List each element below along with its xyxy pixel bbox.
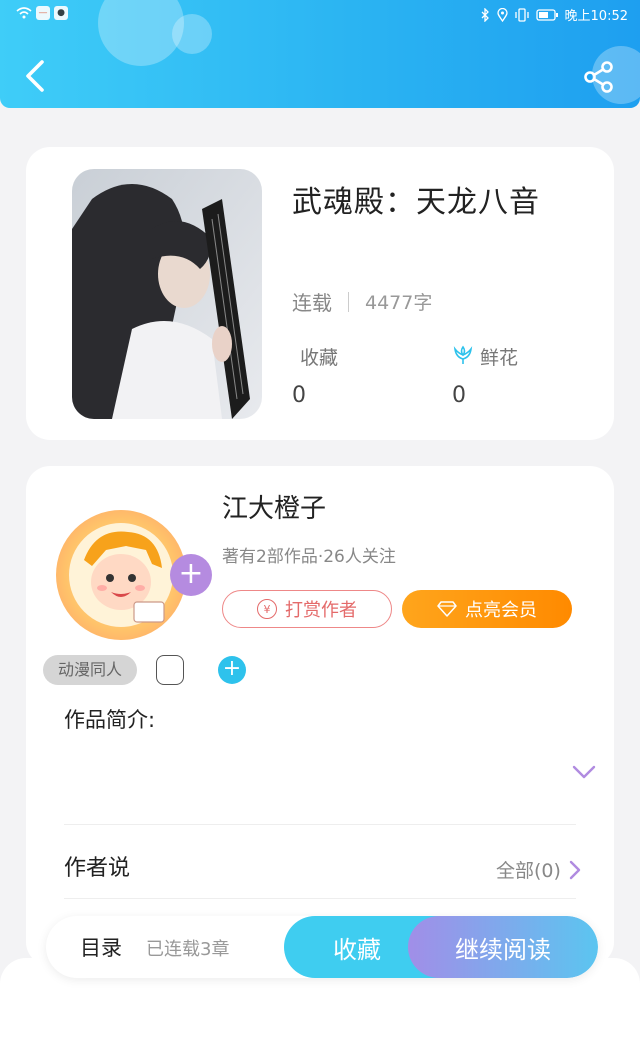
word-count: 4477字 [365, 292, 433, 314]
book-meta: 连载 4477字 [292, 287, 432, 316]
favorite-label: 收藏 [333, 935, 381, 964]
back-icon[interactable] [20, 58, 50, 94]
location-icon [496, 7, 508, 22]
chapter-count: 已连载3章 [146, 939, 230, 960]
status-bar: — ● 晚上10:52 [0, 0, 640, 28]
tip-author-button[interactable]: ¥ 打赏作者 [222, 590, 392, 628]
vip-button[interactable]: 点亮会员 [402, 590, 572, 628]
toc-button[interactable]: 目录 [80, 932, 122, 962]
author-says-all-link[interactable]: 全部(0) [496, 856, 581, 883]
author-card: + 江大橙子 著有2部作品·26人关注 ¥ 打赏作者 点亮会员 动漫同人 + 作… [26, 466, 614, 966]
continue-reading-button[interactable]: 继续阅读 [408, 916, 598, 978]
share-icon[interactable] [582, 60, 616, 94]
top-header: — ● 晚上10:52 [0, 0, 640, 108]
flower-icon [453, 345, 473, 364]
flowers-count: 0 [452, 383, 466, 408]
vip-label: 点亮会员 [465, 600, 537, 621]
add-tag-button[interactable]: + [218, 656, 246, 684]
flowers-label: 鲜花 [480, 347, 519, 369]
status-right: 晚上10:52 [480, 5, 628, 24]
favorites-count: 0 [292, 383, 306, 408]
intro-label: 作品简介: [64, 708, 156, 732]
status-time: 晚上10:52 [564, 9, 628, 24]
genre-tag[interactable]: 动漫同人 [43, 655, 137, 685]
qq-icon: ● [54, 6, 68, 20]
bluetooth-icon [481, 7, 489, 22]
author-stats: 著有2部作品·26人关注 [222, 547, 396, 567]
author-says-label: 作者说 [64, 856, 131, 881]
book-title: 武魂殿：天龙八音 [292, 185, 540, 220]
status-left: — ● [16, 6, 68, 20]
cover-illustration [72, 169, 262, 419]
tip-author-label: 打赏作者 [285, 600, 357, 621]
vibrate-icon [514, 7, 529, 22]
yen-icon: ¥ [257, 599, 277, 619]
diamond-icon [437, 601, 457, 617]
bottom-action-bar: 目录 已连载3章 收藏 继续阅读 [46, 916, 598, 978]
book-cover[interactable] [72, 169, 262, 419]
section-divider [64, 898, 576, 899]
author-avatar[interactable]: + [56, 510, 212, 640]
chevron-right-icon [569, 860, 581, 879]
tag-checkbox[interactable] [156, 655, 184, 685]
notification-icon: — [36, 6, 50, 20]
continue-reading-label: 继续阅读 [455, 935, 551, 964]
favorites-label: 收藏 [300, 347, 339, 369]
all-link-label: 全部(0) [496, 860, 561, 882]
section-divider [64, 824, 576, 825]
meta-divider [348, 291, 349, 312]
battery-icon [535, 8, 558, 21]
follow-plus-button[interactable]: + [170, 554, 212, 596]
book-info-card: 武魂殿：天龙八音 连载 4477字 收藏 0 鲜花 0 [26, 147, 614, 440]
wifi-icon [16, 7, 32, 19]
avatar-illustration [69, 523, 173, 627]
serial-status: 连载 [292, 291, 332, 315]
chevron-down-icon[interactable] [572, 764, 596, 780]
author-name[interactable]: 江大橙子 [222, 488, 326, 525]
